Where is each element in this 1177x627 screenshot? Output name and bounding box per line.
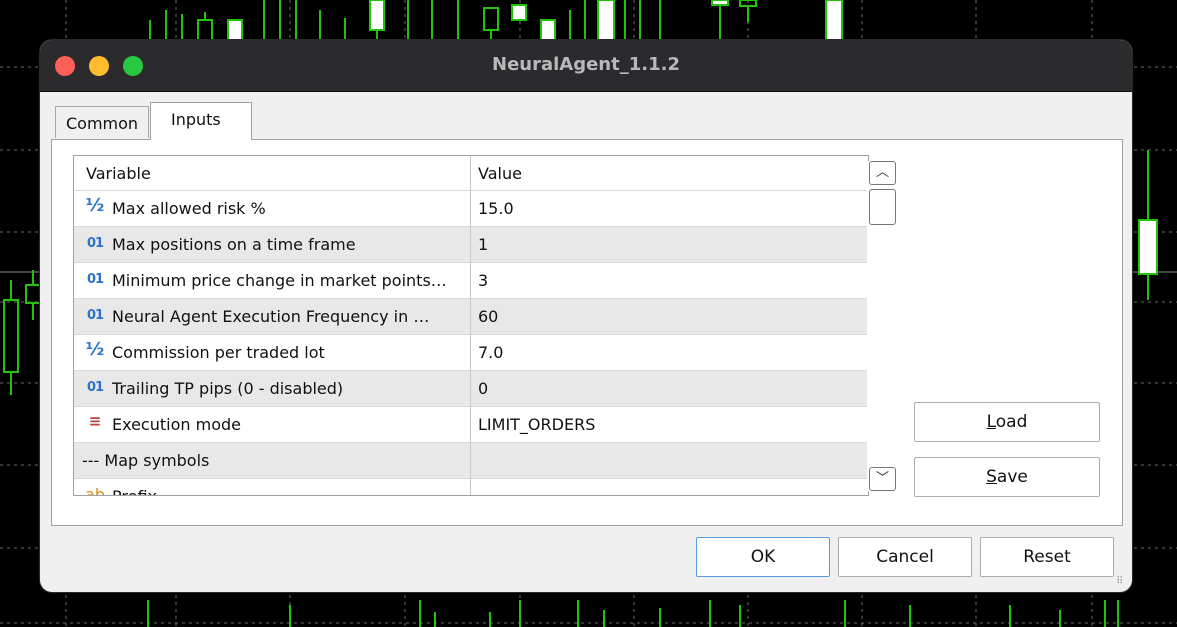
inputs-panel: Variable Value ½ Max allowed risk % 15.0… [51, 139, 1123, 526]
ok-button[interactable]: OK [696, 537, 830, 577]
enum-icon: ≡ [88, 412, 102, 430]
inputs-table: Variable Value ½ Max allowed risk % 15.0… [73, 155, 869, 496]
integer-icon: 01 [86, 308, 104, 323]
settings-dialog: NeuralAgent_1.1.2 Common Inputs Variable… [40, 40, 1132, 592]
variable-value[interactable]: 60 [478, 307, 498, 326]
string-icon: ab [85, 485, 105, 496]
chevron-up-icon: ︿ [875, 165, 889, 180]
half-icon: ½ [85, 195, 105, 216]
vertical-scrollbar[interactable]: ︿ ﹀ [867, 161, 898, 491]
table-row[interactable]: --- Map symbols [74, 442, 868, 478]
tab-inputs[interactable]: Inputs [150, 102, 252, 140]
save-button[interactable]: Save [914, 457, 1100, 497]
integer-icon: 01 [86, 236, 104, 251]
scroll-thumb[interactable] [869, 189, 896, 225]
table-row[interactable]: 01 Max positions on a time frame 1 [74, 226, 868, 262]
table-row[interactable]: 01 Trailing TP pips (0 - disabled) 0 [74, 370, 868, 406]
column-header-value[interactable]: Value [478, 164, 522, 183]
variable-name: Execution mode [112, 415, 241, 434]
column-divider[interactable] [470, 156, 471, 495]
integer-icon: 01 [86, 272, 104, 287]
variable-value[interactable]: 3 [478, 271, 488, 290]
cancel-button[interactable]: Cancel [838, 537, 972, 577]
variable-name: Prefix [112, 487, 464, 495]
reset-button[interactable]: Reset [980, 537, 1114, 577]
variable-value[interactable]: 15.0 [478, 199, 514, 218]
variable-name: Commission per traded lot [112, 343, 325, 362]
table-row[interactable]: ½ Max allowed risk % 15.0 [74, 190, 868, 226]
group-header-label: --- Map symbols [82, 451, 210, 470]
table-row[interactable]: 01 Minimum price change in market points… [74, 262, 868, 298]
variable-value[interactable]: 1 [478, 235, 488, 254]
table-row[interactable]: ab Prefix [74, 478, 868, 496]
integer-icon: 01 [86, 380, 104, 395]
table-row[interactable]: 01 Neural Agent Execution Frequency in …… [74, 298, 868, 334]
table-row[interactable]: ½ Commission per traded lot 7.0 [74, 334, 868, 370]
tab-common[interactable]: Common [55, 106, 149, 138]
scroll-down-button[interactable]: ﹀ [869, 467, 896, 491]
variable-value[interactable]: 7.0 [478, 343, 503, 362]
column-header-variable[interactable]: Variable [86, 164, 151, 183]
variable-name: Trailing TP pips (0 - disabled) [112, 379, 344, 398]
title-bar[interactable]: NeuralAgent_1.1.2 [40, 40, 1132, 92]
table-header: Variable Value [74, 156, 868, 190]
load-button[interactable]: Load [914, 402, 1100, 442]
variable-name: Max allowed risk % [112, 199, 266, 218]
variable-name: Neural Agent Execution Frequency in … [112, 307, 430, 326]
variable-value[interactable]: LIMIT_ORDERS [478, 415, 595, 434]
variable-name: Minimum price change in market points… [112, 271, 447, 290]
variable-name: Max positions on a time frame [112, 235, 356, 254]
table-row[interactable]: ≡ Execution mode LIMIT_ORDERS [74, 406, 868, 442]
scroll-up-button[interactable]: ︿ [869, 161, 896, 185]
chevron-down-icon: ﹀ [875, 471, 889, 486]
resize-grip-icon[interactable]: ⠿ [1116, 576, 1128, 588]
half-icon: ½ [85, 339, 105, 360]
window-title: NeuralAgent_1.1.2 [492, 54, 680, 75]
variable-value[interactable]: 0 [478, 379, 488, 398]
